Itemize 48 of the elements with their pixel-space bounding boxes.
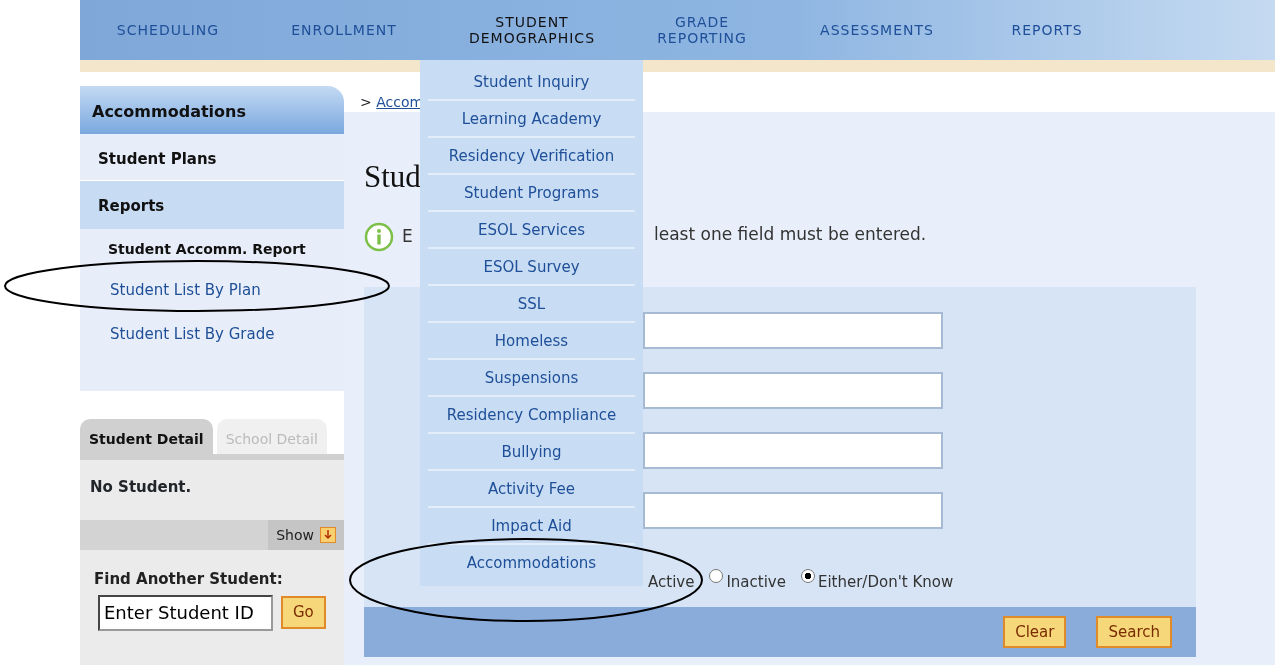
input-field[interactable] <box>643 432 943 469</box>
status-text: No Student. <box>90 478 192 496</box>
action-button[interactable]: Clear <box>1003 615 1067 649</box>
find-student-label: Find Another Student: <box>94 570 283 588</box>
radio-button[interactable] <box>800 569 815 584</box>
nav-tab[interactable]: REPORTS <box>982 21 1112 39</box>
info-text: E <box>402 225 413 249</box>
show-button[interactable]: Show <box>268 520 344 550</box>
menu-item[interactable]: Impact Aid <box>428 508 635 545</box>
action-button[interactable]: Search <box>1096 615 1172 649</box>
menu-item[interactable]: Bullying <box>428 434 635 471</box>
menu-item[interactable]: SSL <box>428 286 635 323</box>
nav-tab[interactable]: STUDENT DEMOGRAPHICS <box>432 13 632 47</box>
menu-item[interactable]: Suspensions <box>428 360 635 397</box>
sidebar-link[interactable]: Student List By Plan <box>80 269 344 313</box>
sidebar-link[interactable]: Student List By Grade <box>80 313 344 357</box>
nav-tab[interactable]: GRADE REPORTING <box>632 13 772 47</box>
go-button[interactable]: Go <box>281 596 326 629</box>
menu-item[interactable]: Learning Academy <box>428 101 635 138</box>
nav-tab[interactable]: ENROLLMENT <box>256 21 432 39</box>
info-text: least one field must be entered. <box>654 223 927 246</box>
radio-label[interactable]: Either/Don't Know <box>817 571 954 594</box>
menu-item[interactable]: Student Programs <box>428 175 635 212</box>
menu-item[interactable]: Residency Compliance <box>428 397 635 434</box>
menu-item[interactable]: Homeless <box>428 323 635 360</box>
sidebar-header: Accommodations <box>80 86 344 134</box>
menu-item[interactable]: Accommodations <box>428 545 635 582</box>
menu-item[interactable]: ESOL Survey <box>428 249 635 286</box>
menu-item[interactable]: Activity Fee <box>428 471 635 508</box>
input-field[interactable] <box>643 372 943 409</box>
sidebar-section[interactable]: Reports <box>80 181 344 229</box>
radio-label[interactable]: Active <box>648 571 695 594</box>
detail-tab[interactable]: Student Detail <box>80 419 213 454</box>
menu-item[interactable]: ESOL Services <box>428 212 635 249</box>
sidebar-section[interactable]: Student Plans <box>80 134 344 181</box>
sidebar-item[interactable]: Student Accomm. Report <box>80 229 344 269</box>
nav-tab[interactable]: SCHEDULING <box>80 21 256 39</box>
info-icon <box>364 222 394 252</box>
student-id-field[interactable]: Enter Student ID <box>98 594 273 631</box>
breadcrumb-separator: > <box>360 94 373 110</box>
input-field[interactable] <box>643 312 943 349</box>
menu-item[interactable]: Student Inquiry <box>428 64 635 101</box>
page-heading: Stud <box>364 158 421 196</box>
radio-button[interactable] <box>709 569 724 584</box>
menu-item[interactable]: Residency Verification <box>428 138 635 175</box>
input-field[interactable] <box>643 492 943 529</box>
radio-label[interactable]: Inactive <box>726 571 786 594</box>
nav-tab[interactable]: ASSESSMENTS <box>772 21 982 39</box>
